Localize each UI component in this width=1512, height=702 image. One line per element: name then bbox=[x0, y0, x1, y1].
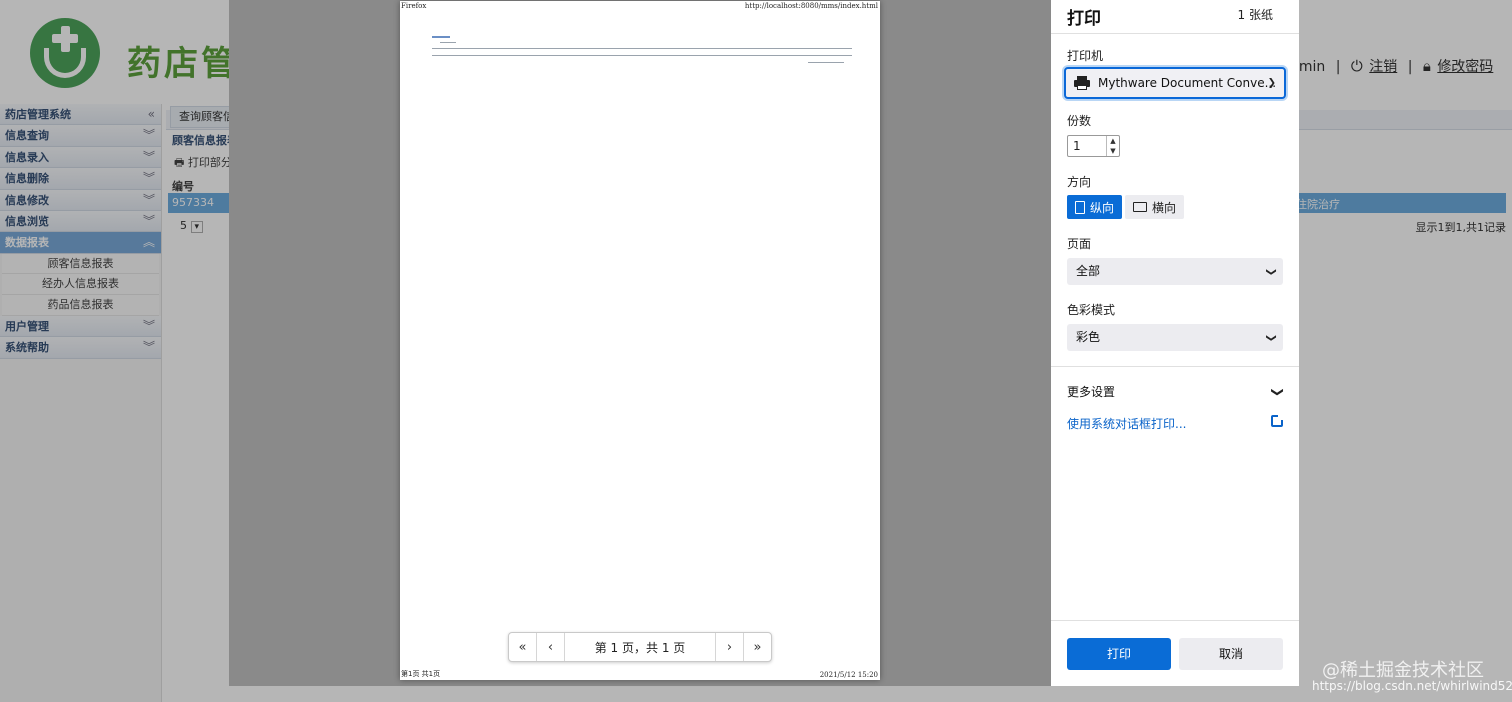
preview-line bbox=[432, 55, 852, 56]
chevron-down-icon: ❯ bbox=[1265, 267, 1277, 276]
last-page-button[interactable]: » bbox=[743, 633, 771, 661]
preview-line bbox=[808, 62, 844, 63]
print-button[interactable]: 打印 bbox=[1067, 638, 1171, 670]
prev-page-button[interactable]: ‹ bbox=[537, 633, 565, 661]
preview-line bbox=[440, 42, 456, 43]
divider bbox=[1051, 620, 1299, 621]
page-header-left: Firefox bbox=[401, 2, 427, 10]
system-dialog-link[interactable]: 使用系统对话框打印... bbox=[1067, 415, 1186, 432]
page-indicator: 第 1 页，共 1 页 bbox=[594, 640, 686, 655]
print-dialog-title: 打印 bbox=[1067, 9, 1101, 29]
color-mode-label: 色彩模式 bbox=[1067, 303, 1116, 317]
more-settings-toggle[interactable]: 更多设置 ❯ bbox=[1067, 383, 1285, 400]
color-mode-select[interactable]: 彩色 ❯ bbox=[1067, 324, 1283, 351]
page-footer-left: 第1页 共1页 bbox=[401, 670, 441, 678]
orientation-label: 方向 bbox=[1067, 175, 1092, 189]
page-navigation: « ‹ 第 1 页，共 1 页 › » bbox=[508, 632, 772, 662]
page-header-right: http://localhost:8080/mms/index.html bbox=[744, 2, 878, 10]
orientation-toggle: 纵向 横向 bbox=[1067, 195, 1185, 219]
preview-page: Firefox http://localhost:8080/mms/index.… bbox=[400, 1, 880, 680]
copies-label: 份数 bbox=[1067, 114, 1092, 128]
more-settings-label: 更多设置 bbox=[1067, 385, 1116, 399]
divider bbox=[1051, 33, 1299, 34]
pages-label: 页面 bbox=[1067, 237, 1092, 251]
external-link-icon bbox=[1271, 414, 1284, 427]
landscape-page-icon bbox=[1133, 202, 1148, 212]
preview-line bbox=[432, 36, 450, 38]
landscape-button[interactable]: 横向 bbox=[1125, 195, 1185, 219]
chevron-down-icon: ❯ bbox=[1265, 333, 1277, 342]
sheet-count: 1 张纸 bbox=[1237, 8, 1273, 22]
watermark-url: https://blog.csdn.net/whirlwind526 bbox=[1312, 679, 1512, 693]
printer-select[interactable]: Mythware Document Conve... ❯ bbox=[1064, 67, 1286, 99]
printer-icon bbox=[1074, 76, 1090, 90]
portrait-page-icon bbox=[1075, 200, 1085, 214]
color-mode-value: 彩色 bbox=[1076, 330, 1101, 344]
printer-value: Mythware Document Conve... bbox=[1098, 76, 1277, 90]
portrait-label: 纵向 bbox=[1090, 200, 1115, 215]
page-footer-right: 2021/5/12 15:20 bbox=[819, 671, 878, 679]
landscape-label: 横向 bbox=[1152, 200, 1177, 215]
next-page-button[interactable]: › bbox=[715, 633, 743, 661]
chevron-down-icon: ❯ bbox=[1270, 386, 1285, 397]
copies-value: 1 bbox=[1073, 139, 1081, 153]
print-preview-area: Firefox http://localhost:8080/mms/index.… bbox=[229, 0, 1051, 686]
portrait-button[interactable]: 纵向 bbox=[1067, 195, 1123, 219]
first-page-button[interactable]: « bbox=[509, 633, 537, 661]
chevron-down-icon: ❯ bbox=[1267, 77, 1276, 89]
print-settings-panel: 打印 1 张纸 打印机 Mythware Document Conve... ❯… bbox=[1051, 0, 1299, 686]
pages-select[interactable]: 全部 ❯ bbox=[1067, 258, 1283, 285]
stepper-arrows[interactable]: ▲ ▼ bbox=[1106, 136, 1119, 156]
preview-line bbox=[432, 48, 852, 49]
printer-label: 打印机 bbox=[1067, 49, 1104, 63]
cancel-button[interactable]: 取消 bbox=[1179, 638, 1283, 670]
pages-value: 全部 bbox=[1076, 264, 1101, 278]
copies-stepper[interactable]: 1 ▲ ▼ bbox=[1067, 135, 1120, 157]
divider bbox=[1051, 366, 1299, 367]
